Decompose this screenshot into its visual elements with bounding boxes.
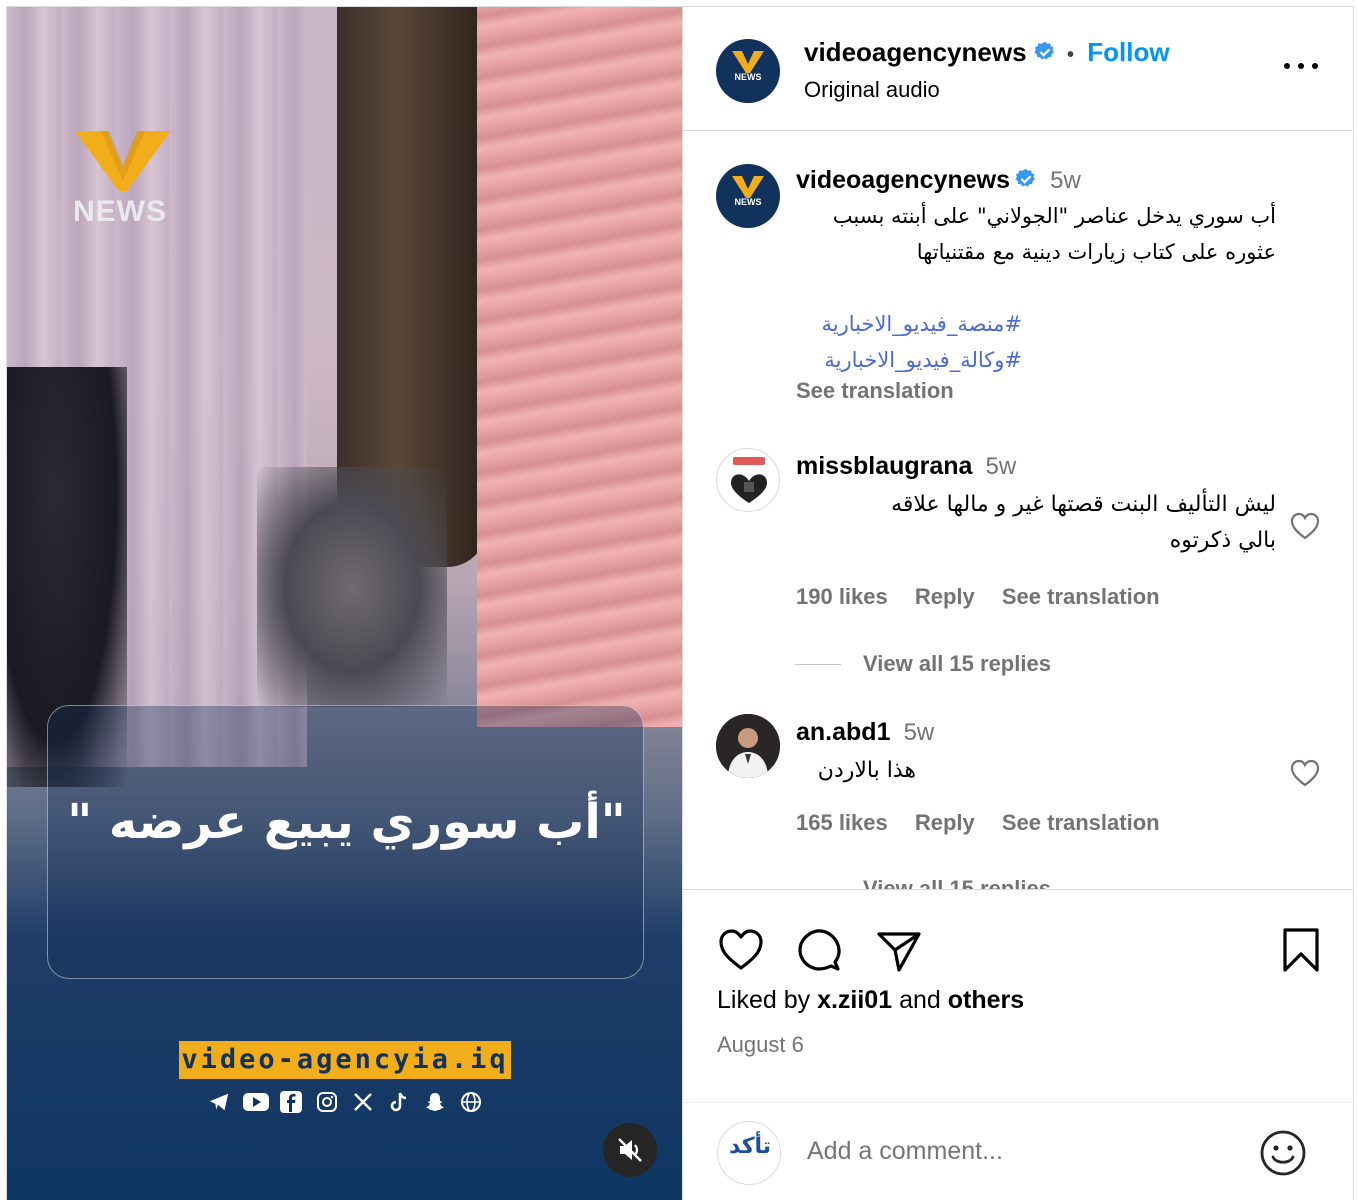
- person-photo-avatar-icon: [716, 714, 780, 778]
- logo-news-text: NEWS: [73, 195, 167, 228]
- caption-author-avatar[interactable]: NEWS: [716, 164, 780, 228]
- avatar-news-text: NEWS: [734, 72, 762, 82]
- caption-text-line: أب سوري يدخل عناصر "الجولاني" على أبنته …: [832, 204, 1276, 228]
- audio-label[interactable]: Original audio: [804, 77, 940, 103]
- v-logo-icon: [732, 51, 764, 73]
- comment-bubble-icon[interactable]: [795, 926, 843, 974]
- more-dot-icon: [1312, 63, 1318, 69]
- comment-see-translation[interactable]: See translation: [1002, 810, 1160, 835]
- post-date[interactable]: August 6: [717, 1032, 804, 1058]
- hashtag-link[interactable]: #وكالة_فيديو_الاخبارية: [796, 342, 1022, 378]
- like-comment-heart-icon[interactable]: [1290, 759, 1320, 787]
- video-site-tag: video-agencyia.iq: [179, 1041, 511, 1079]
- video-caption-box: "أب سوري يبيع عرضه ": [47, 705, 644, 979]
- comment-likes[interactable]: 190 likes: [796, 584, 888, 609]
- share-paper-plane-icon[interactable]: [875, 926, 923, 974]
- caption-hashtags: #منصة_فيديو_الاخبارية #وكالة_فيديو_الاخب…: [796, 306, 1022, 378]
- telegram-icon: [207, 1091, 231, 1115]
- liked-by-others[interactable]: others: [948, 986, 1024, 1014]
- comment-body: ليش التأليف البنت قصتها غير و مالها علاق…: [796, 487, 1276, 559]
- view-replies-label: View all 15 replies: [863, 876, 1051, 889]
- caption-username[interactable]: videoagencynews: [796, 166, 1010, 194]
- more-options-button[interactable]: [1284, 55, 1318, 75]
- comment-actions: 190 likes Reply See translation: [796, 584, 1160, 610]
- video-background-pink-curtain: [477, 7, 682, 727]
- emoji-picker-icon[interactable]: [1259, 1129, 1307, 1177]
- more-dot-icon: [1284, 63, 1290, 69]
- liked-by-line: Liked by x.zii01 and others: [717, 986, 1024, 1015]
- like-comment-heart-icon[interactable]: [1290, 512, 1320, 540]
- comment-time[interactable]: 5w: [986, 453, 1017, 480]
- liked-by-prefix: Liked by: [717, 986, 818, 1014]
- comment-body: هذا بالاردن: [796, 753, 916, 789]
- post-footer: Liked by x.zii01 and others August 6 تأك…: [683, 889, 1354, 1200]
- author-avatar[interactable]: NEWS: [716, 39, 780, 103]
- speaker-muted-icon: [618, 1138, 642, 1162]
- youtube-icon: [243, 1091, 269, 1115]
- save-bookmark-icon[interactable]: [1277, 926, 1325, 974]
- comment-author-line: an.abd1 5w: [796, 718, 934, 747]
- current-user-avatar[interactable]: تأكد: [717, 1121, 781, 1185]
- video-social-icons: [207, 1091, 483, 1115]
- view-replies-label: View all 15 replies: [863, 651, 1051, 676]
- add-comment-input[interactable]: [807, 1137, 1227, 1166]
- v-logo-icon: [732, 176, 764, 198]
- view-replies-button[interactable]: View all 15 replies: [795, 876, 1051, 889]
- like-heart-icon[interactable]: [717, 926, 765, 974]
- follow-button[interactable]: Follow: [1087, 37, 1169, 67]
- header-separator: •: [1067, 44, 1075, 66]
- tiktok-icon: [387, 1091, 411, 1115]
- facebook-icon: [279, 1091, 303, 1115]
- avatar-news-text: NEWS: [734, 197, 762, 207]
- post-sidebar: NEWS videoagencynews • Follow Original a…: [682, 7, 1354, 1200]
- video-table-blur: [257, 467, 447, 707]
- commenter-avatar[interactable]: [716, 714, 780, 778]
- caption-time[interactable]: 5w: [1050, 167, 1081, 194]
- v-logo-icon: [75, 131, 171, 191]
- comment-reply-button[interactable]: Reply: [915, 810, 975, 835]
- mute-toggle-button[interactable]: [603, 1123, 657, 1177]
- caption-text-line: عثوره على كتاب زيارات دينية مع مقتنياتها: [916, 240, 1276, 264]
- comment-reply-button[interactable]: Reply: [915, 584, 975, 609]
- caption-see-translation[interactable]: See translation: [796, 378, 954, 404]
- comment-username[interactable]: missblaugrana: [796, 452, 972, 480]
- replies-divider: [795, 663, 841, 665]
- add-comment-row: تأكد: [683, 1102, 1354, 1200]
- v-news-logo: NEWS: [73, 125, 173, 235]
- x-icon: [351, 1091, 375, 1115]
- verified-badge-icon: [1034, 41, 1054, 60]
- view-replies-button[interactable]: View all 15 replies: [795, 651, 1051, 677]
- caption-author-line: videoagencynews 5w: [796, 166, 1081, 195]
- current-user-avatar-text: تأكد: [728, 1134, 772, 1159]
- comment-username[interactable]: an.abd1: [796, 718, 890, 746]
- liked-by-mid: and: [892, 986, 948, 1014]
- video-player[interactable]: NEWS "أب سوري يبيع عرضه " video-agencyia…: [7, 7, 682, 1200]
- snapchat-icon: [423, 1091, 447, 1115]
- hashtag-link[interactable]: #منصة_فيديو_الاخبارية: [796, 306, 1022, 342]
- comments-list[interactable]: NEWS videoagencynews 5w أب سوري يدخل عنا…: [683, 132, 1354, 889]
- liked-by-user[interactable]: x.zii01: [817, 986, 892, 1014]
- more-dot-icon: [1298, 63, 1304, 69]
- comment-see-translation[interactable]: See translation: [1002, 584, 1160, 609]
- comment-text-line: ليش التأليف البنت قصتها غير و مالها علاق…: [891, 492, 1276, 517]
- heart-hands-avatar-icon: [731, 457, 767, 503]
- instagram-icon: [315, 1091, 339, 1115]
- author-username[interactable]: videoagencynews: [804, 37, 1027, 67]
- comment-text-line: بالي ذكرتوه: [1169, 528, 1276, 553]
- caption-body: أب سوري يدخل عناصر "الجولاني" على أبنته …: [796, 198, 1276, 270]
- verified-badge-icon: [1015, 168, 1035, 187]
- comment-author-line: missblaugrana 5w: [796, 452, 1016, 481]
- comment-time[interactable]: 5w: [904, 719, 935, 746]
- post-header: NEWS videoagencynews • Follow Original a…: [683, 7, 1354, 131]
- post-modal: NEWS "أب سوري يبيع عرضه " video-agencyia…: [6, 6, 1354, 1200]
- comment-actions: 165 likes Reply See translation: [796, 810, 1160, 836]
- commenter-avatar[interactable]: [716, 448, 780, 512]
- comment-text-line: هذا بالاردن: [817, 758, 916, 783]
- author-line: videoagencynews • Follow: [804, 37, 1170, 68]
- globe-icon: [459, 1091, 483, 1115]
- comment-likes[interactable]: 165 likes: [796, 810, 888, 835]
- video-caption-text: "أب سوري يبيع عرضه ": [67, 794, 626, 850]
